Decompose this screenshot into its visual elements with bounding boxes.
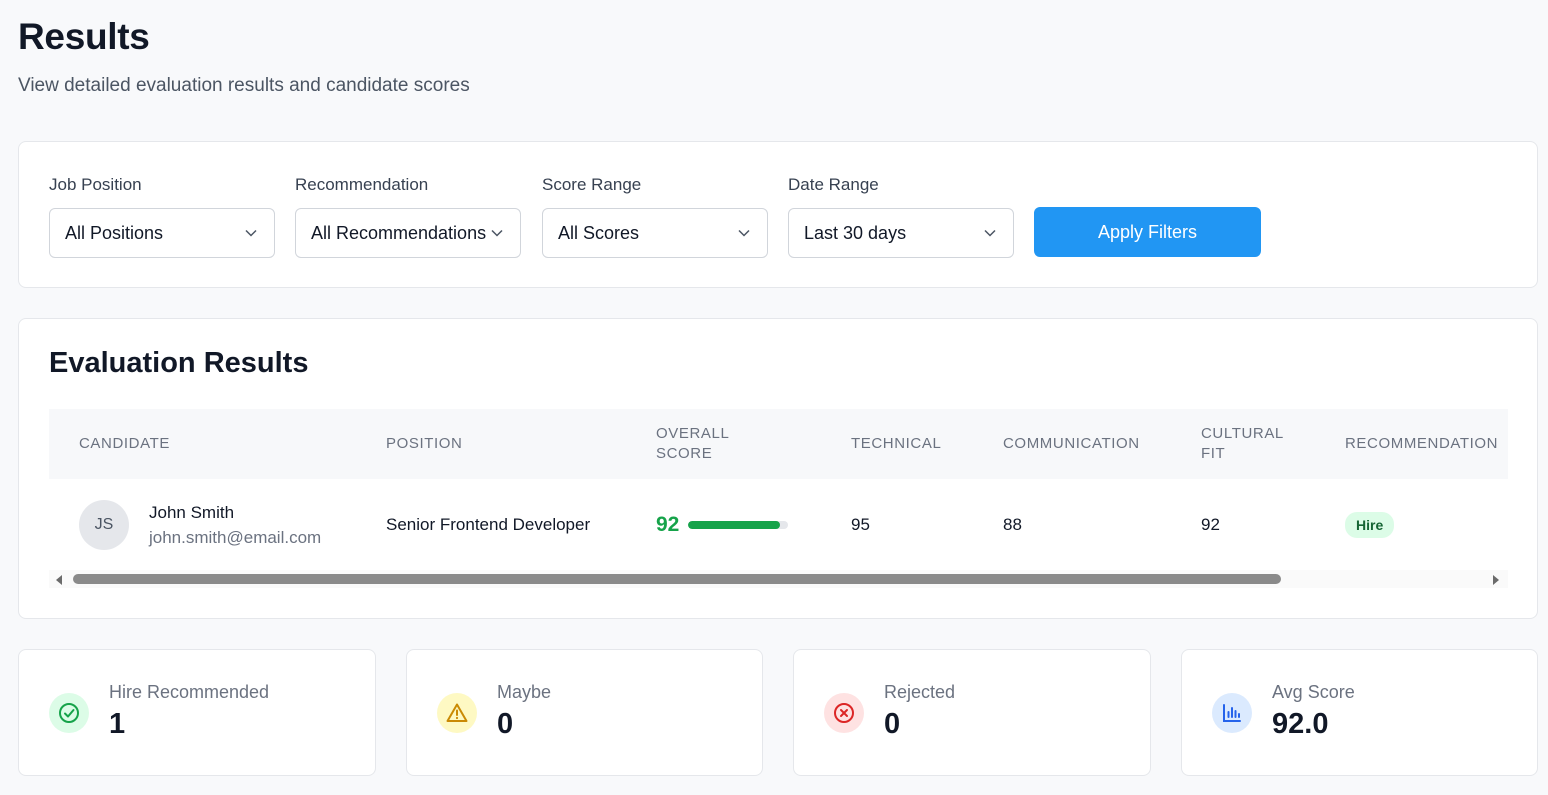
date-range-value: Last 30 days [804,222,907,243]
column-header-candidate[interactable]: CANDIDATE [79,409,170,479]
scroll-right-arrow-icon[interactable] [1490,573,1502,585]
recommendation-filter: Recommendation All Recommendations [295,175,521,258]
maybe-stat-card: Maybe 0 [406,649,763,776]
avg-score-label: Avg Score [1272,682,1355,702]
overall-score-cell: 92 [656,479,789,571]
avatar: JS [79,500,129,550]
check-circle-icon [49,693,89,733]
recommendation-select[interactable]: All Recommendations [295,208,521,258]
column-header-recommendation[interactable]: RECOMMENDATION [1345,409,1498,479]
job-position-value: All Positions [65,222,164,243]
hire-recommended-stat-card: Hire Recommended 1 [18,649,376,776]
candidate-info: John Smith john.smith@email.com [149,503,321,548]
horizontal-scrollbar[interactable] [49,570,1508,588]
rejected-label: Rejected [884,682,956,702]
column-header-technical[interactable]: TECHNICAL [851,409,941,479]
chevron-down-icon [490,226,504,240]
maybe-label: Maybe [497,682,552,702]
filters-card: Job Position All Positions Recommendatio… [18,141,1538,288]
date-range-label: Date Range [788,175,879,194]
chevron-down-icon [983,226,997,240]
column-header-position[interactable]: POSITION [386,409,462,479]
scrollbar-thumb[interactable] [73,574,1281,584]
job-position-label: Job Position [49,175,142,194]
column-header-overall-score[interactable]: OVERALL SCORE [656,409,756,479]
communication-score-cell: 88 [1003,515,1022,534]
recommendation-label: Recommendation [295,175,429,194]
chevron-down-icon [244,226,258,240]
date-range-filter: Date Range Last 30 days [788,175,1014,258]
technical-score-cell: 95 [851,515,870,534]
table-header: CANDIDATE POSITION OVERALL SCORE TECHNIC… [49,409,1508,479]
recommendation-cell: Hire [1345,479,1395,571]
table-row[interactable]: JS John Smith john.smith@email.com Senio… [49,479,1508,571]
status-badge: Hire [1345,512,1395,538]
job-position-filter: Job Position All Positions [49,175,275,258]
score-range-value: All Scores [558,222,640,243]
date-range-select[interactable]: Last 30 days [788,208,1014,258]
score-range-filter: Score Range All Scores [542,175,768,258]
scroll-left-arrow-icon[interactable] [53,573,65,585]
overall-score-value: 92 [656,513,680,536]
hire-recommended-count: 1 [109,708,126,740]
apply-filters-button[interactable]: Apply Filters [1034,207,1261,257]
chevron-down-icon [737,226,751,240]
x-circle-icon [824,693,864,733]
rejected-stat-card: Rejected 0 [793,649,1151,776]
score-range-label: Score Range [542,175,642,194]
avg-score-value: 92.0 [1272,708,1329,740]
evaluation-results-card: Evaluation Results CANDIDATE POSITION OV… [18,318,1538,619]
warning-triangle-icon [437,693,477,733]
hire-recommended-label: Hire Recommended [109,682,270,702]
candidate-name: John Smith [149,502,235,522]
score-range-select[interactable]: All Scores [542,208,768,258]
rejected-count: 0 [884,708,901,740]
maybe-count: 0 [497,708,514,740]
position-cell: Senior Frontend Developer [386,515,591,534]
recommendation-value: All Recommendations [311,222,487,243]
evaluation-results-title: Evaluation Results [49,347,309,379]
candidate-email: john.smith@email.com [149,527,322,547]
overall-score-bar-fill [688,521,781,529]
column-header-cultural-fit[interactable]: CULTURAL FIT [1201,409,1301,479]
bar-chart-icon [1212,693,1252,733]
candidate-cell: JS John Smith john.smith@email.com [79,479,321,571]
job-position-select[interactable]: All Positions [49,208,275,258]
page-title: Results [18,16,150,57]
overall-score-bar [688,521,789,529]
page-subtitle: View detailed evaluation results and can… [18,75,470,96]
cultural-fit-score-cell: 92 [1201,515,1220,534]
column-header-communication[interactable]: COMMUNICATION [1003,409,1140,479]
avg-score-stat-card: Avg Score 92.0 [1181,649,1538,776]
